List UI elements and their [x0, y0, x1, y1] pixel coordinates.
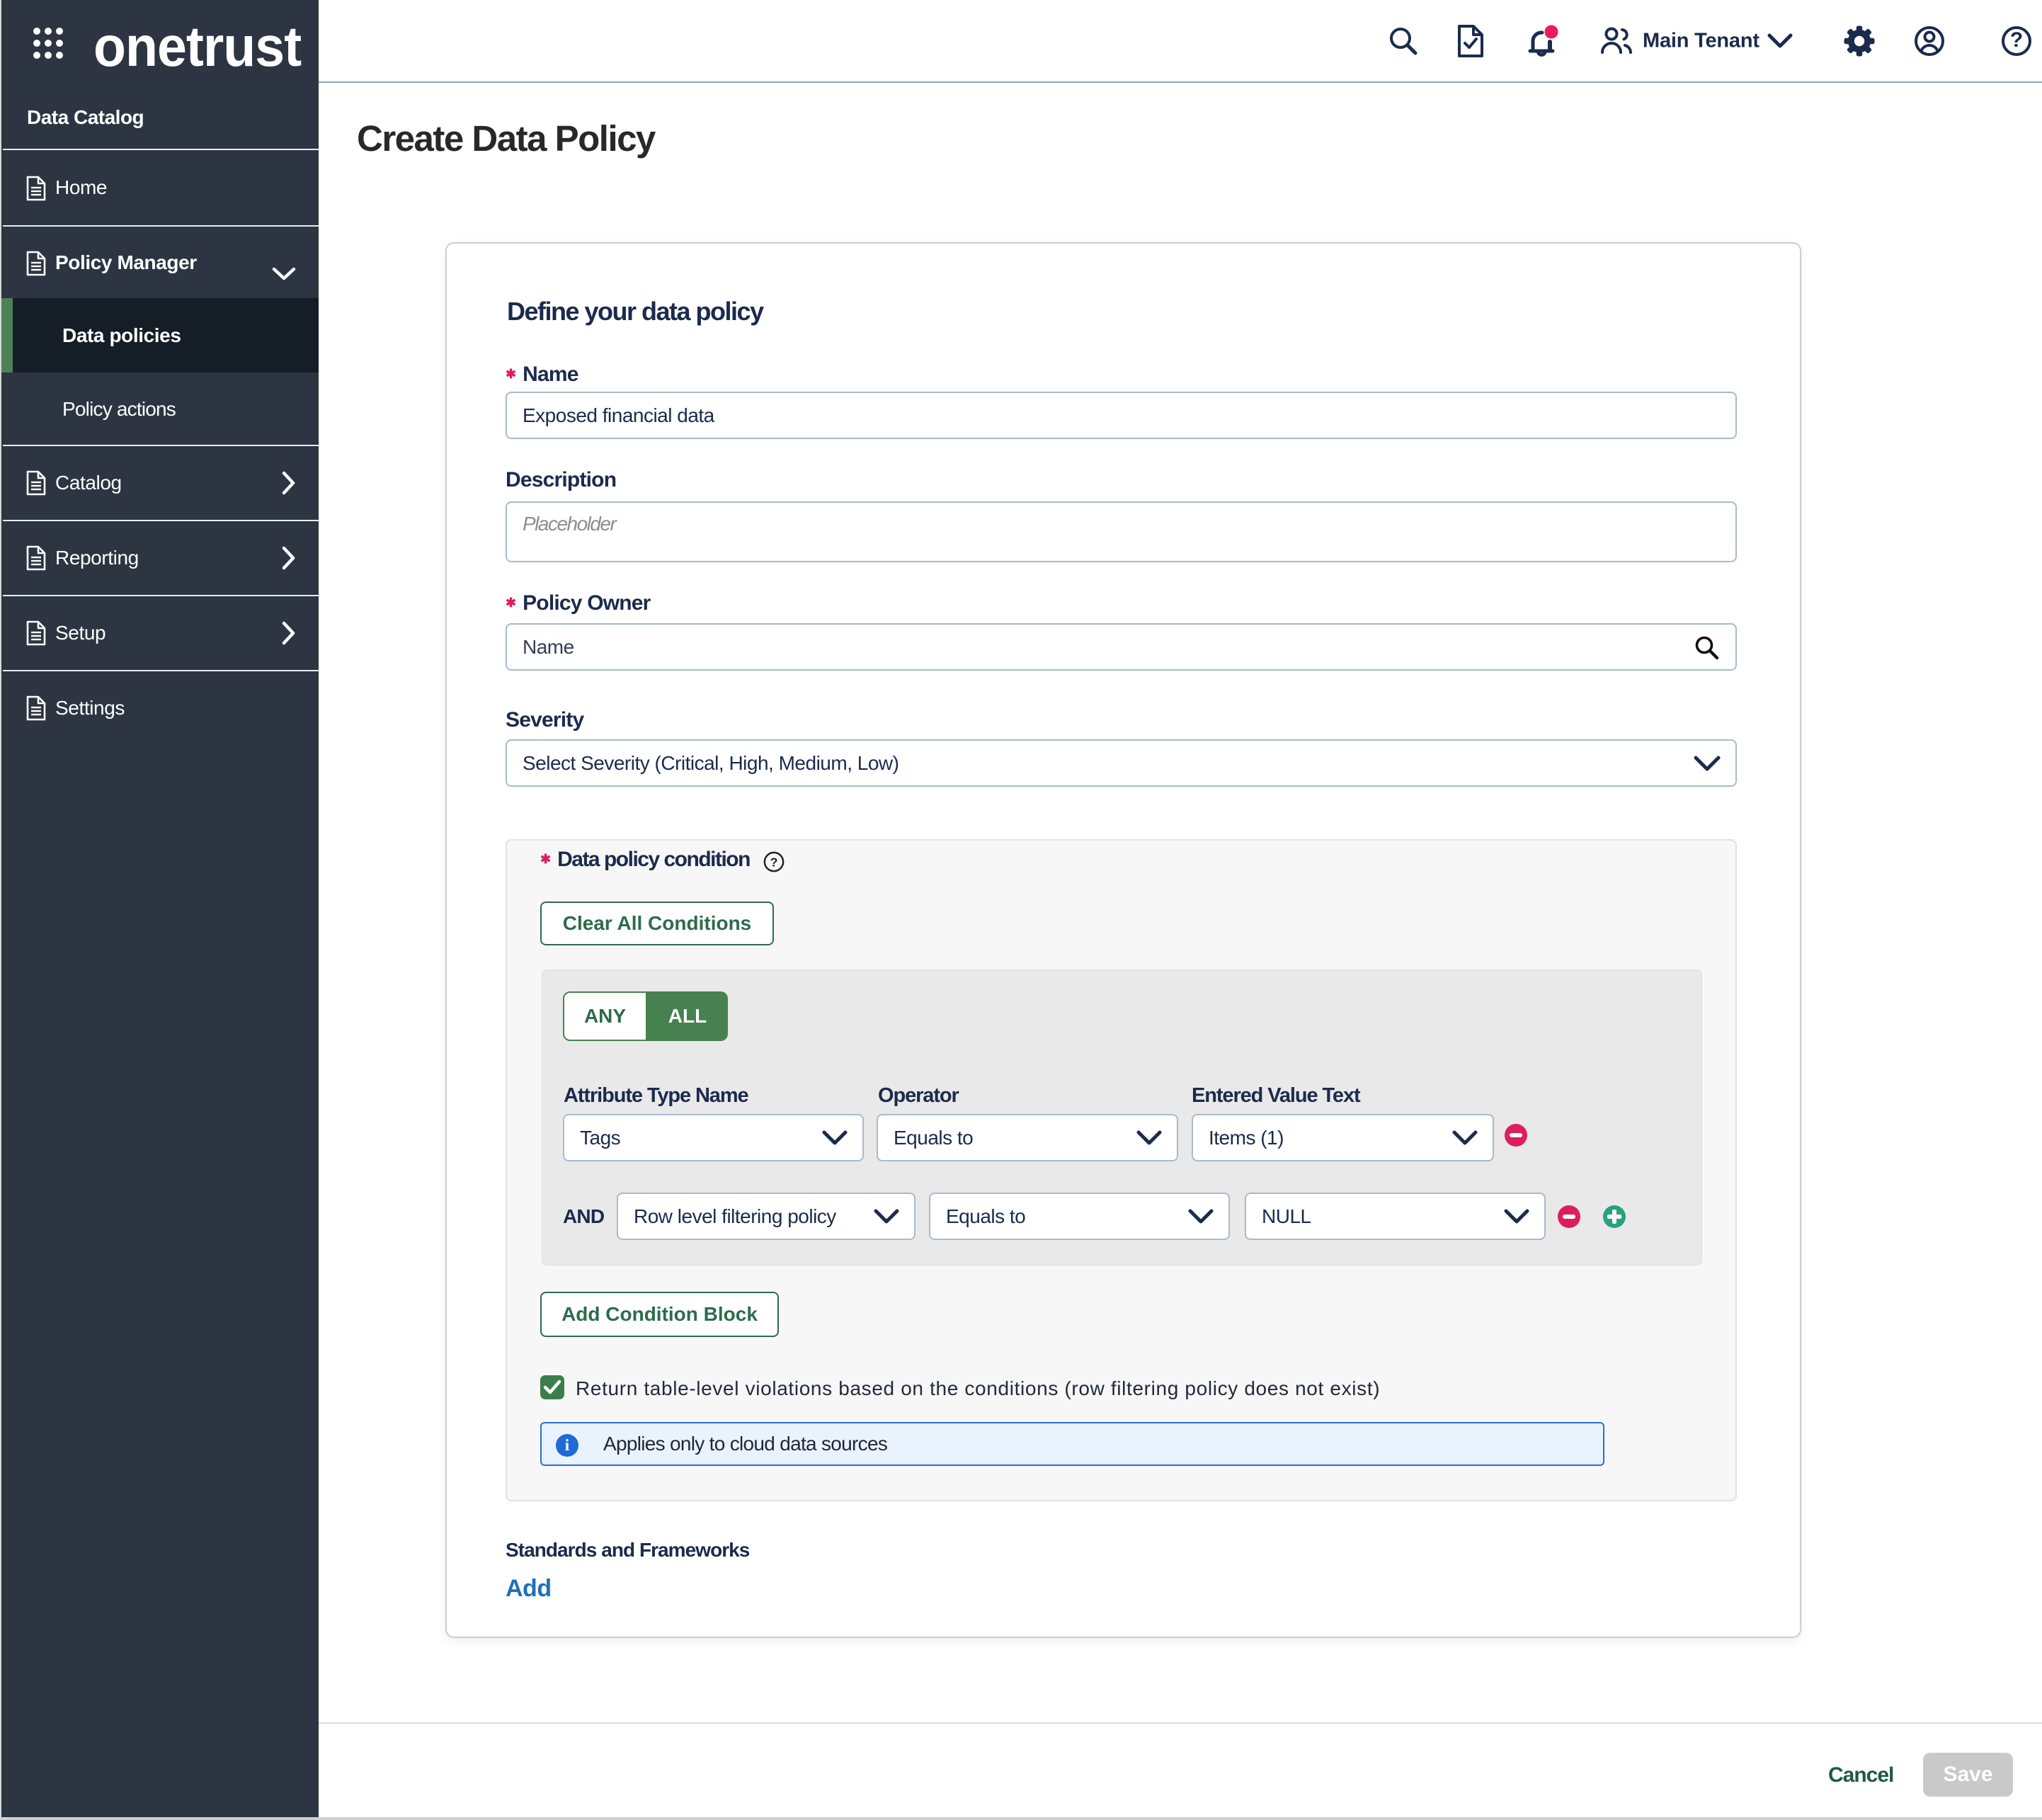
svg-text:?: ?: [770, 855, 778, 870]
svg-text:?: ?: [2010, 28, 2023, 52]
